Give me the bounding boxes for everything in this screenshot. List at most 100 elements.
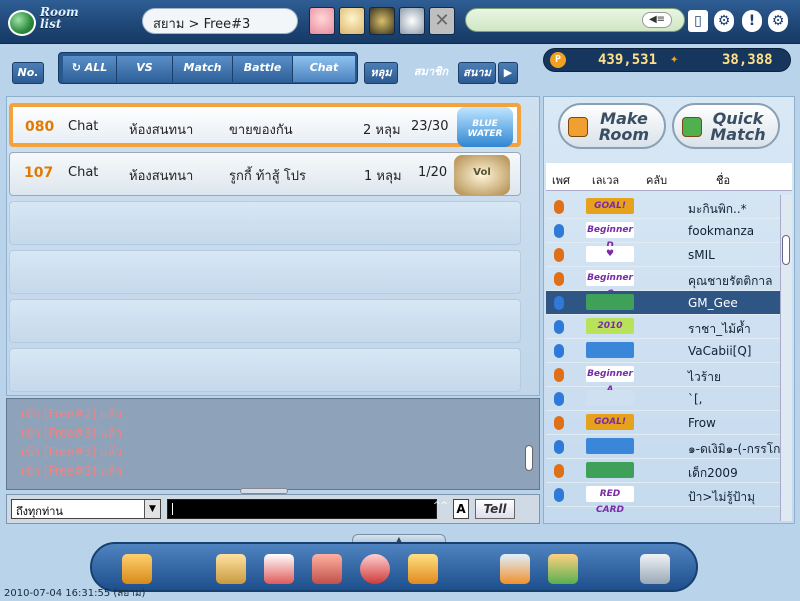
avatar-icon-4[interactable] xyxy=(399,7,425,35)
chat-scrollbar[interactable] xyxy=(525,445,533,471)
player-row[interactable]: ๑-ดเงิมิ๑-(-กรรโก xyxy=(546,435,782,459)
alert-icon[interactable]: ! xyxy=(742,10,762,32)
make-room-label: Make Room xyxy=(598,109,650,144)
course-thumbnail: BLUE WATER xyxy=(457,107,513,147)
header-club[interactable]: คลับ xyxy=(646,171,667,189)
tab-battle[interactable]: Battle xyxy=(233,56,293,82)
gear-icon[interactable]: ⚙ xyxy=(768,10,788,32)
chat-message: เข้า [Free#3] แล้ว xyxy=(21,464,123,478)
lobby-icon[interactable] xyxy=(500,554,530,584)
emoticon-toggle[interactable]: ^^ xyxy=(433,501,448,517)
room-row[interactable]: 107 Chat ห้องสนทนา รูกกี้ ท้าสู้ โปร 1 ห… xyxy=(9,152,521,196)
player-row[interactable]: เด็ก2009 xyxy=(546,459,782,483)
player-name: `[, xyxy=(688,392,703,406)
player-name: sMIL xyxy=(688,248,715,262)
make-room-button[interactable]: Make Room xyxy=(558,103,666,149)
player-row[interactable]: Beginner A ไวร้าย xyxy=(546,363,782,395)
next-page-button[interactable]: ▶ xyxy=(498,62,518,84)
room-mode: ห้องสนทนา xyxy=(129,123,194,138)
player-row[interactable]: Beginner C คุณชายรัตติกาล xyxy=(546,267,782,299)
cookie-shop-icon[interactable] xyxy=(408,554,438,584)
room-mode: ห้องสนทนา xyxy=(129,169,194,184)
chat-input-row: ถึงทุกท่าน ▼ ^^ A Tell xyxy=(6,494,540,524)
font-button[interactable]: A xyxy=(453,499,469,519)
close-icon[interactable]: ✕ xyxy=(429,7,455,35)
player-list-scrollbar[interactable] xyxy=(780,195,792,521)
player-name: มะกินพิก..* xyxy=(688,202,747,216)
room-list-logo: Room list xyxy=(6,4,86,40)
tab-vs-label: VS xyxy=(136,61,153,74)
player-name: GM_Gee xyxy=(688,296,738,310)
level-badge xyxy=(586,438,634,454)
room-list: 080 Chat ห้องสนทนา ขายของกัน 2 หลุม 23/3… xyxy=(6,96,540,396)
avatar-icon-1[interactable] xyxy=(309,7,335,35)
room-row[interactable]: 080 Chat ห้องสนทนา ขายของกัน 2 หลุม 23/3… xyxy=(9,103,521,147)
chat-target-select[interactable]: ถึงทุกท่าน ▼ xyxy=(11,499,161,519)
gender-icon xyxy=(554,464,564,478)
inventory-icon[interactable] xyxy=(312,554,342,584)
level-badge: GOAL! xyxy=(586,198,634,214)
phone-icon[interactable]: ▯ xyxy=(688,10,708,32)
level-badge: RED CARD xyxy=(586,486,634,515)
members-sort-button[interactable]: สมาชิก xyxy=(408,62,454,84)
tab-all[interactable]: ↻ ALL xyxy=(63,56,117,82)
megaphone-bar[interactable]: ◀≡ xyxy=(465,8,685,32)
shop-register-icon[interactable] xyxy=(216,554,246,584)
tab-chat-label: Chat xyxy=(309,61,339,74)
level-badge: Beginner A xyxy=(586,366,634,395)
player-row[interactable]: Beginner D fookmanza xyxy=(546,219,782,251)
chat-message-input[interactable] xyxy=(167,499,437,519)
tab-chat[interactable]: Chat xyxy=(293,56,355,82)
gender-icon xyxy=(554,272,564,286)
settings-gear-icon[interactable]: ⚙ xyxy=(714,10,734,32)
player-row[interactable]: 2010 ราชา_ไม้ค้ำ xyxy=(546,315,782,339)
channel-change-icon[interactable] xyxy=(548,554,578,584)
chevron-down-icon[interactable]: ▼ xyxy=(144,500,160,518)
level-badge xyxy=(586,390,634,406)
player-row[interactable]: GOAL! Frow xyxy=(546,411,782,435)
player-name: ป้า>ไม่รู้ป้ามุ xyxy=(688,490,756,504)
home-icon[interactable] xyxy=(360,554,390,584)
avatar-icon-3[interactable] xyxy=(369,7,395,35)
exit-door-icon[interactable] xyxy=(122,554,152,584)
quick-match-button[interactable]: Quick Match xyxy=(672,103,780,149)
avatar-icon-2[interactable] xyxy=(339,7,365,35)
player-row[interactable]: `[, xyxy=(546,387,782,411)
room-holes: 1 หลุม xyxy=(364,169,402,184)
gift-icon[interactable] xyxy=(264,554,294,584)
scroll-thumb[interactable] xyxy=(782,235,790,265)
course-thumbnail: Vol xyxy=(454,155,510,195)
quick-match-icon xyxy=(682,117,702,137)
chat-log: เข้า [Free#2] แล้ว เข้า [Free#3] แล้ว เข… xyxy=(6,398,540,490)
player-panel: Make Room Quick Match เพศ เลเวล คลับ ชื่… xyxy=(543,96,795,524)
settings-safe-icon[interactable] xyxy=(640,554,670,584)
course-sort-button[interactable]: สนาม xyxy=(458,62,496,84)
player-row[interactable]: ♥ sMIL xyxy=(546,243,782,267)
tab-vs[interactable]: VS xyxy=(117,56,173,82)
tab-match[interactable]: Match xyxy=(173,56,233,82)
gender-icon xyxy=(554,488,564,502)
header-level[interactable]: เลเวล xyxy=(592,171,619,189)
level-badge xyxy=(586,462,634,478)
holes-sort-button[interactable]: หลุม xyxy=(364,62,398,84)
quick-match-label: Quick Match xyxy=(710,109,766,144)
room-number: 080 xyxy=(25,119,55,135)
header-name[interactable]: ชื่อ xyxy=(716,171,730,189)
player-row[interactable]: VaCabii[Q] xyxy=(546,339,782,363)
header-gender[interactable]: เพศ xyxy=(552,171,570,189)
player-row[interactable]: GM_Gee xyxy=(546,291,782,315)
room-type-tabs: ↻ ALL VS Match Battle Chat xyxy=(58,52,358,84)
gender-icon xyxy=(554,392,564,406)
player-row[interactable]: RED CARD ป้า>ไม่รู้ป้ามุ xyxy=(546,483,782,515)
tell-button[interactable]: Tell xyxy=(475,499,515,519)
gender-icon xyxy=(554,224,564,238)
speaker-icon[interactable]: ◀≡ xyxy=(642,12,672,28)
level-badge: GOAL! xyxy=(586,414,634,430)
room-type: Chat xyxy=(68,119,99,134)
chat-message: เข้า [Free#3] แล้ว xyxy=(21,426,123,440)
chat-message: เข้า [Free#3] แล้ว xyxy=(21,445,123,459)
player-row[interactable]: GOAL! มะกินพิก..* xyxy=(546,195,782,219)
player-name: fookmanza xyxy=(688,224,755,238)
no-sort-button[interactable]: No. xyxy=(12,62,44,84)
player-name: เด็ก2009 xyxy=(688,466,738,480)
